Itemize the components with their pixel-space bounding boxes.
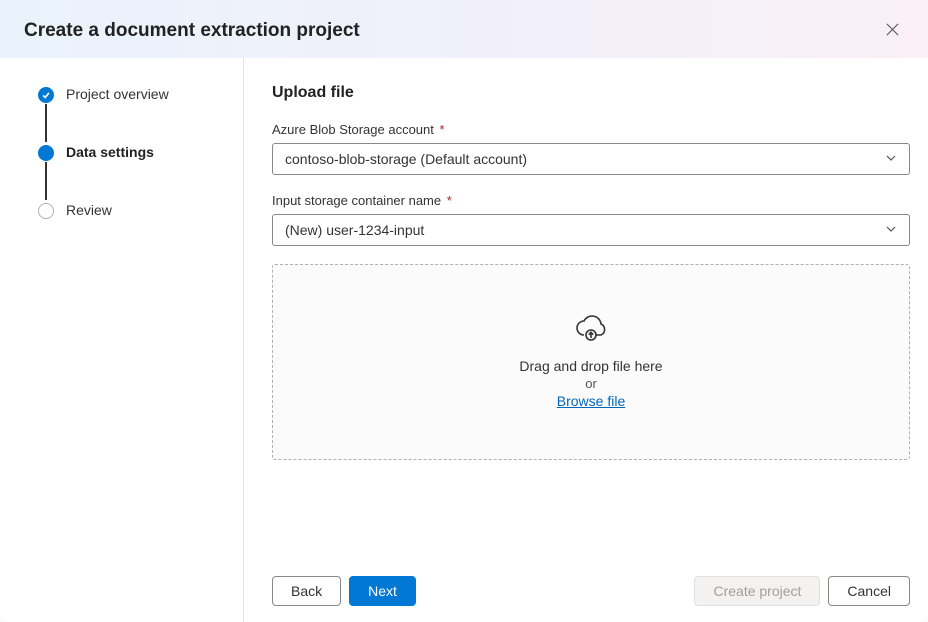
next-button[interactable]: Next	[349, 576, 416, 606]
dropzone-text: Drag and drop file here	[519, 358, 662, 374]
container-name-label: Input storage container name *	[272, 193, 910, 208]
main-panel: Upload file Azure Blob Storage account *…	[244, 58, 928, 622]
step-label: Data settings	[66, 144, 154, 202]
close-icon	[885, 22, 900, 40]
step-review[interactable]: Review	[38, 202, 223, 219]
storage-account-label: Azure Blob Storage account *	[272, 122, 910, 137]
container-name-select[interactable]: (New) user-1234-input	[272, 214, 910, 246]
field-storage-account: Azure Blob Storage account * contoso-blo…	[272, 122, 910, 175]
step-connector	[45, 104, 47, 142]
footer-right: Create project Cancel	[694, 576, 910, 606]
required-marker: *	[443, 193, 452, 208]
footer-left: Back Next	[272, 576, 416, 606]
dialog-header: Create a document extraction project	[0, 0, 928, 58]
step-completed-icon	[38, 87, 54, 103]
step-current-icon	[38, 145, 54, 161]
storage-account-select[interactable]: contoso-blob-storage (Default account)	[272, 143, 910, 175]
dialog-body: Project overview Data settings Review Up…	[0, 58, 928, 622]
dropzone-or: or	[585, 376, 597, 391]
step-upcoming-icon	[38, 203, 54, 219]
required-marker: *	[436, 122, 445, 137]
chevron-down-icon	[885, 151, 897, 167]
step-project-overview[interactable]: Project overview	[38, 86, 223, 144]
section-title: Upload file	[272, 84, 910, 102]
step-list: Project overview Data settings Review	[38, 86, 223, 219]
step-data-settings[interactable]: Data settings	[38, 144, 223, 202]
chevron-down-icon	[885, 222, 897, 238]
step-connector	[45, 162, 47, 200]
back-button[interactable]: Back	[272, 576, 341, 606]
close-button[interactable]	[881, 18, 904, 44]
step-label: Project overview	[66, 86, 169, 144]
browse-file-link[interactable]: Browse file	[557, 393, 625, 409]
field-container-name: Input storage container name * (New) use…	[272, 193, 910, 246]
storage-account-value: contoso-blob-storage (Default account)	[285, 151, 527, 167]
cancel-button[interactable]: Cancel	[828, 576, 910, 606]
step-label: Review	[66, 202, 112, 218]
cloud-upload-icon	[574, 315, 608, 348]
dialog-footer: Back Next Create project Cancel	[272, 560, 910, 606]
dialog-title: Create a document extraction project	[24, 20, 360, 42]
container-name-value: (New) user-1234-input	[285, 222, 424, 238]
create-project-button: Create project	[694, 576, 820, 606]
file-dropzone[interactable]: Drag and drop file here or Browse file	[272, 264, 910, 460]
wizard-sidebar: Project overview Data settings Review	[0, 58, 244, 622]
create-project-dialog: Create a document extraction project	[0, 0, 928, 622]
